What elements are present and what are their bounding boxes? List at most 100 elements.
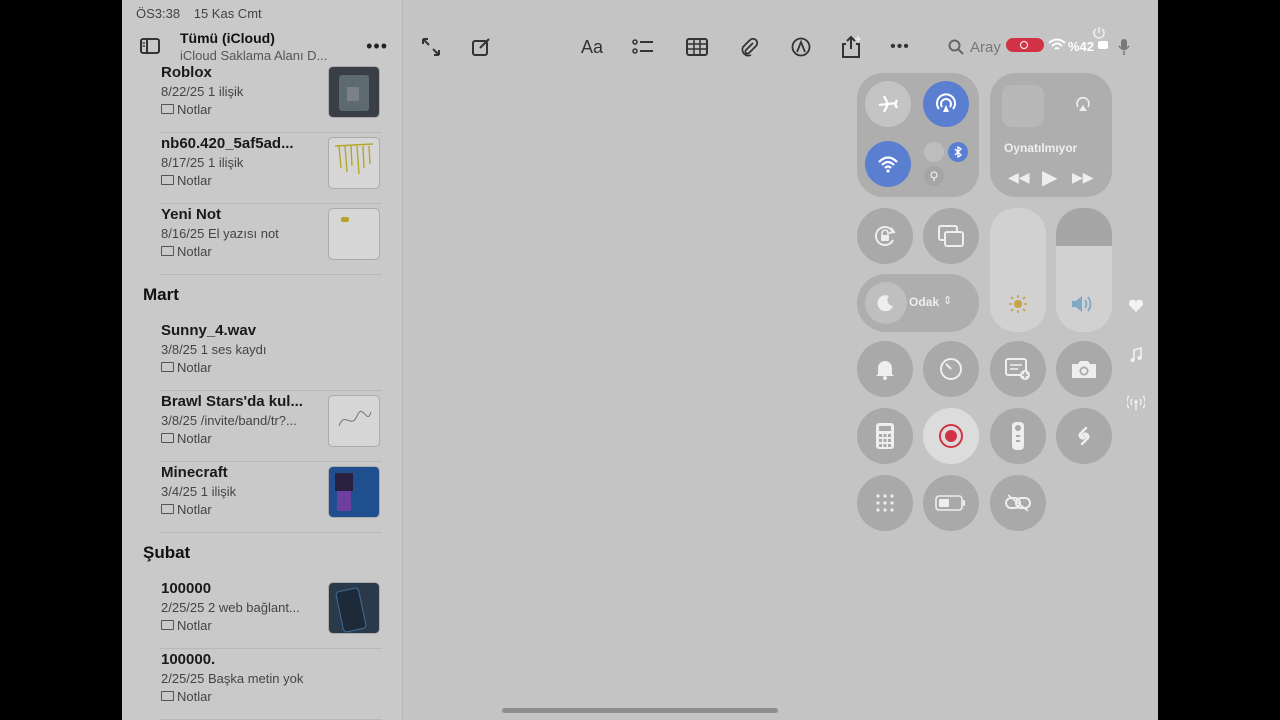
section-header: Şubat xyxy=(143,543,191,562)
note-folder: Notlar xyxy=(161,173,212,188)
note-thumbnail xyxy=(328,208,380,260)
next-track-icon[interactable]: ▶▶ xyxy=(1072,169,1094,186)
quick-note-icon xyxy=(1005,358,1030,380)
music-note-icon[interactable] xyxy=(1129,347,1143,363)
status-bar: ÖS3:38 15 Kas Cmt xyxy=(136,6,272,21)
screen-record-indicator xyxy=(1006,38,1044,52)
antenna-icon[interactable] xyxy=(1127,395,1145,411)
play-icon[interactable]: ▶ xyxy=(1042,165,1057,190)
markup-icon[interactable] xyxy=(786,32,816,62)
airplane-icon xyxy=(878,95,898,113)
focus-chevron-icon: ⇕ xyxy=(943,295,953,307)
compose-icon[interactable] xyxy=(466,32,496,62)
cellular-toggle[interactable] xyxy=(924,142,944,162)
wifi-icon xyxy=(878,156,898,173)
folder-icon xyxy=(161,246,174,256)
calculator-button[interactable] xyxy=(857,408,913,464)
folder-icon xyxy=(161,504,174,514)
airplane-mode-toggle[interactable] xyxy=(865,81,911,127)
notes-sidebar: ÖS3:38 15 Kas Cmt Tümü (iCloud) iCloud S… xyxy=(122,0,403,720)
microphone-icon[interactable] xyxy=(1118,38,1130,56)
home-indicator[interactable] xyxy=(502,708,778,713)
checklist-icon[interactable] xyxy=(628,32,658,62)
note-folder: Notlar xyxy=(161,502,212,517)
low-power-mode-toggle[interactable] xyxy=(923,475,979,531)
note-meta: 2/25/25 2 web bağlant... xyxy=(161,600,300,615)
airdrop-toggle[interactable] xyxy=(923,81,969,127)
satellite-toggle[interactable] xyxy=(924,166,944,186)
format-button[interactable]: Aa xyxy=(574,32,610,62)
note-thumbnail xyxy=(328,137,380,189)
timer-button[interactable] xyxy=(923,341,979,397)
record-icon xyxy=(939,424,963,448)
focus-label: Odak xyxy=(909,295,940,309)
note-folder: Notlar xyxy=(161,689,212,704)
battery-icon xyxy=(1098,41,1108,49)
search-field[interactable]: Aray %42 xyxy=(940,34,1140,60)
table-icon[interactable] xyxy=(682,32,712,62)
orientation-lock-toggle[interactable] xyxy=(857,208,913,264)
note-title: Sunny_4.wav xyxy=(161,322,257,339)
now-playing-label: Oynatılmıyor xyxy=(1004,141,1078,155)
note-row[interactable]: Yeni Not 8/16/25 El yazısı not Notlar xyxy=(160,204,382,275)
album-art-placeholder xyxy=(1002,85,1044,127)
note-meta: 8/16/25 El yazısı not xyxy=(161,226,279,241)
note-folder: Notlar xyxy=(161,618,212,633)
note-thumbnail xyxy=(328,582,380,634)
note-row[interactable]: Brawl Stars'da kul... 3/8/25 /invite/ban… xyxy=(160,391,382,462)
expand-icon[interactable] xyxy=(416,32,446,62)
airplay-icon[interactable] xyxy=(1074,95,1092,113)
note-title: 100000. xyxy=(161,651,216,668)
note-meta: 3/4/25 1 ilişik xyxy=(161,484,237,499)
link-button[interactable] xyxy=(990,475,1046,531)
calculator-icon xyxy=(876,423,894,449)
orientation-lock-icon xyxy=(874,226,896,246)
code-scanner-button[interactable] xyxy=(857,475,913,531)
heart-icon[interactable] xyxy=(1128,299,1144,313)
folder-icon xyxy=(161,620,174,630)
focus-module[interactable]: Odak ⇕ xyxy=(857,274,979,332)
note-row[interactable]: nb60.420_5af5ad... 8/17/25 1 ilişik Notl… xyxy=(160,133,382,204)
screen-mirroring-icon xyxy=(938,225,964,247)
previous-track-icon[interactable]: ◀◀ xyxy=(1008,169,1030,186)
folder-icon xyxy=(161,433,174,443)
note-row[interactable]: Roblox 8/22/25 1 ilişik Notlar xyxy=(160,62,382,133)
bluetooth-icon xyxy=(954,146,963,158)
note-folder: Notlar xyxy=(161,244,212,259)
sketch-drawing xyxy=(334,143,374,175)
note-row[interactable]: Minecraft 3/4/25 1 ilişik Notlar xyxy=(160,462,382,533)
folder-icon xyxy=(161,104,174,114)
note-meta: 8/22/25 1 ilişik xyxy=(161,84,244,99)
volume-slider[interactable] xyxy=(1056,208,1112,332)
camera-button[interactable] xyxy=(1056,341,1112,397)
note-row[interactable]: 100000 2/25/25 2 web bağlant... Notlar xyxy=(160,578,382,649)
note-thumbnail xyxy=(328,395,380,447)
share-icon[interactable] xyxy=(836,32,866,62)
sidebar-toggle-icon[interactable] xyxy=(140,38,160,54)
more-options-icon[interactable]: ••• xyxy=(366,36,388,57)
apple-tv-remote-button[interactable] xyxy=(990,408,1046,464)
screen-recording-button[interactable] xyxy=(923,408,979,464)
note-row[interactable]: Sunny_4.wav 3/8/25 1 ses kaydı Notlar xyxy=(160,320,382,391)
brightness-slider[interactable] xyxy=(990,208,1046,332)
note-meta: 3/8/25 1 ses kaydı xyxy=(161,342,267,357)
note-title: Brawl Stars'da kul... xyxy=(161,393,303,410)
note-folder: Notlar xyxy=(161,102,212,117)
timer-icon xyxy=(940,358,962,380)
screen-mirroring-toggle[interactable] xyxy=(923,208,979,264)
status-date: 15 Kas Cmt xyxy=(193,6,262,21)
more-icon[interactable]: ••• xyxy=(885,32,915,62)
note-row[interactable]: 100000. 2/25/25 Başka metin yok Notlar xyxy=(160,649,382,720)
wifi-toggle[interactable] xyxy=(865,141,911,187)
now-playing-module[interactable]: Oynatılmıyor ◀◀ ▶ ▶▶ xyxy=(990,73,1112,197)
signature-drawing xyxy=(338,410,372,427)
shazam-button[interactable] xyxy=(1056,408,1112,464)
bluetooth-toggle[interactable] xyxy=(948,142,968,162)
power-icon[interactable] xyxy=(1092,26,1106,40)
attachment-icon[interactable] xyxy=(734,32,764,62)
note-meta: 2/25/25 Başka metin yok xyxy=(161,671,304,686)
quick-note-button[interactable] xyxy=(990,341,1046,397)
silent-mode-toggle[interactable] xyxy=(857,341,913,397)
search-icon xyxy=(948,39,964,55)
folder-title: Tümü (iCloud) xyxy=(180,30,275,46)
